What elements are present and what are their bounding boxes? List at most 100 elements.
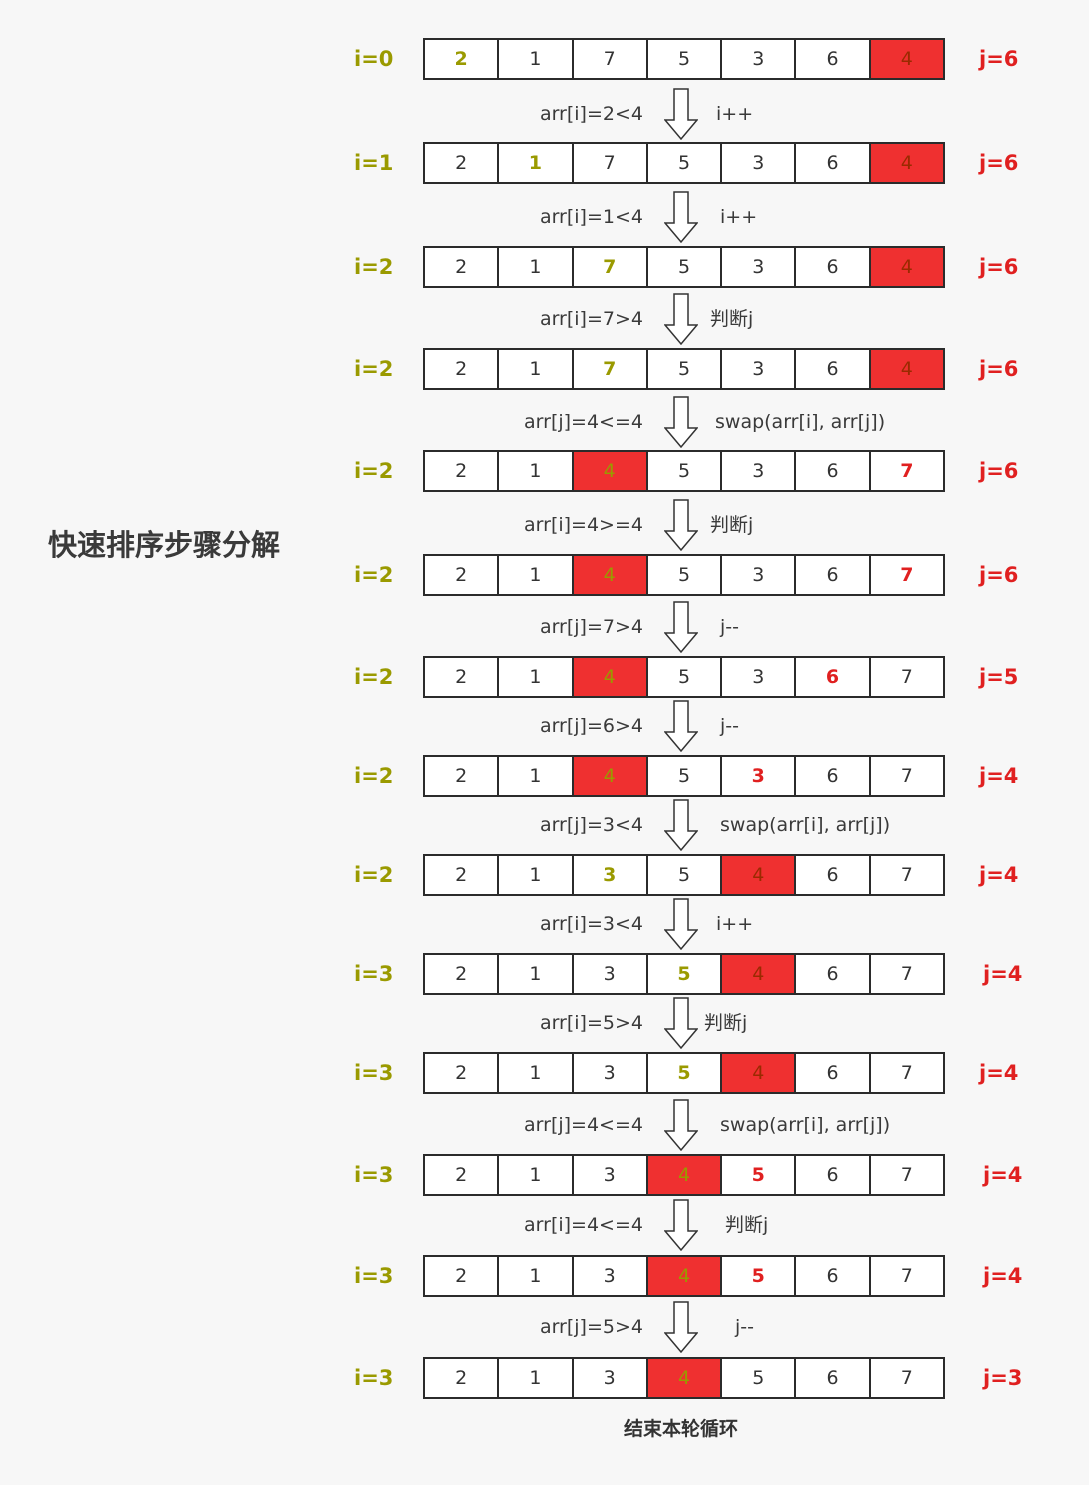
array-cell: 1 (499, 1054, 574, 1092)
array-cell: 4 (870, 248, 943, 286)
array-cell: 3 (722, 757, 797, 795)
array-cell: 5 (647, 1054, 723, 1092)
j-index-label: j=6 (979, 255, 1019, 279)
array-cell: 1 (499, 1257, 574, 1295)
array-cell: 5 (647, 856, 723, 894)
array-row: 2145367 (423, 755, 945, 797)
array-cell: 1 (499, 556, 574, 594)
array-cell: 6 (796, 556, 871, 594)
array-row: 2145367 (423, 554, 945, 596)
i-index-label: i=2 (354, 863, 394, 887)
array-cell: 2 (425, 40, 500, 78)
array-cell: 2 (425, 1257, 500, 1295)
down-arrow-icon (664, 88, 698, 140)
array-cell: 3 (573, 1156, 648, 1194)
step-condition: arr[j]=3<4 (539, 814, 643, 836)
array-cell: 7 (573, 350, 648, 388)
array-cell: 4 (870, 144, 943, 182)
array-cell: 4 (870, 40, 943, 78)
step-condition: arr[i]=1<4 (539, 206, 643, 228)
down-arrow-icon (664, 293, 698, 345)
array-cell: 3 (722, 452, 797, 490)
array-row: 2145367 (423, 450, 945, 492)
i-index-label: i=1 (354, 151, 394, 175)
array-cell: 6 (796, 757, 871, 795)
array-cell: 6 (796, 1257, 871, 1295)
array-cell: 5 (647, 40, 723, 78)
array-cell: 5 (647, 556, 723, 594)
array-cell: 4 (573, 556, 648, 594)
array-cell: 3 (573, 1257, 648, 1295)
array-cell: 2 (425, 955, 500, 993)
step-condition: arr[i]=2<4 (539, 103, 643, 125)
i-index-label: i=2 (354, 255, 394, 279)
array-cell: 5 (647, 452, 723, 490)
i-index-label: i=2 (354, 459, 394, 483)
array-cell: 4 (647, 1359, 723, 1397)
j-index-label: j=3 (983, 1366, 1023, 1390)
array-cell: 6 (796, 1359, 871, 1397)
array-cell: 7 (573, 248, 648, 286)
array-cell: 1 (499, 856, 574, 894)
down-arrow-icon (664, 799, 698, 851)
array-cell: 3 (722, 658, 797, 696)
down-arrow-icon (664, 499, 698, 551)
array-cell: 2 (425, 658, 500, 696)
array-cell: 3 (573, 955, 648, 993)
array-cell: 3 (722, 556, 797, 594)
i-index-label: i=2 (354, 764, 394, 788)
array-cell: 3 (722, 350, 797, 388)
down-arrow-icon (664, 1099, 698, 1151)
array-cell: 3 (573, 1359, 648, 1397)
step-action: i++ (716, 913, 754, 935)
array-cell: 2 (425, 1156, 500, 1194)
array-row: 2134567 (423, 1154, 945, 1196)
array-cell: 5 (647, 658, 723, 696)
array-cell: 6 (796, 40, 871, 78)
step-condition: arr[j]=4<=4 (524, 411, 643, 433)
array-cell: 5 (647, 144, 723, 182)
j-index-label: j=4 (983, 1264, 1023, 1288)
array-row: 2134567 (423, 1357, 945, 1399)
array-cell: 1 (499, 40, 574, 78)
array-cell: 2 (425, 1359, 500, 1397)
array-cell: 3 (573, 1054, 648, 1092)
j-index-label: j=4 (979, 1061, 1019, 1085)
j-index-label: j=4 (979, 764, 1019, 788)
array-cell: 6 (796, 658, 871, 696)
step-action: i++ (720, 206, 758, 228)
step-condition: arr[i]=4<=4 (524, 1214, 643, 1236)
array-cell: 7 (573, 40, 648, 78)
j-index-label: j=4 (983, 962, 1023, 986)
array-cell: 7 (573, 144, 648, 182)
array-cell: 3 (722, 144, 797, 182)
j-index-label: j=6 (979, 151, 1019, 175)
step-action: 判断j (710, 308, 754, 330)
array-cell: 6 (796, 144, 871, 182)
array-cell: 1 (499, 757, 574, 795)
array-cell: 6 (796, 1054, 871, 1092)
i-index-label: i=3 (354, 1061, 394, 1085)
array-cell: 2 (425, 144, 500, 182)
down-arrow-icon (664, 396, 698, 448)
array-cell: 1 (499, 955, 574, 993)
j-index-label: j=6 (979, 357, 1019, 381)
array-cell: 1 (499, 350, 574, 388)
step-action: 判断j (704, 1012, 748, 1034)
array-cell: 2 (425, 1054, 500, 1092)
array-cell: 7 (870, 955, 943, 993)
array-cell: 6 (796, 955, 871, 993)
array-cell: 6 (796, 856, 871, 894)
array-row: 2135467 (423, 953, 945, 995)
array-cell: 4 (722, 955, 797, 993)
array-cell: 2 (425, 757, 500, 795)
down-arrow-icon (664, 191, 698, 243)
array-cell: 4 (573, 757, 648, 795)
array-cell: 4 (573, 452, 648, 490)
array-cell: 5 (647, 757, 723, 795)
step-action: swap(arr[i], arr[j]) (715, 411, 886, 433)
j-index-label: j=6 (979, 459, 1019, 483)
step-condition: arr[j]=5>4 (539, 1316, 643, 1338)
array-cell: 7 (870, 757, 943, 795)
step-action: j-- (720, 616, 739, 638)
